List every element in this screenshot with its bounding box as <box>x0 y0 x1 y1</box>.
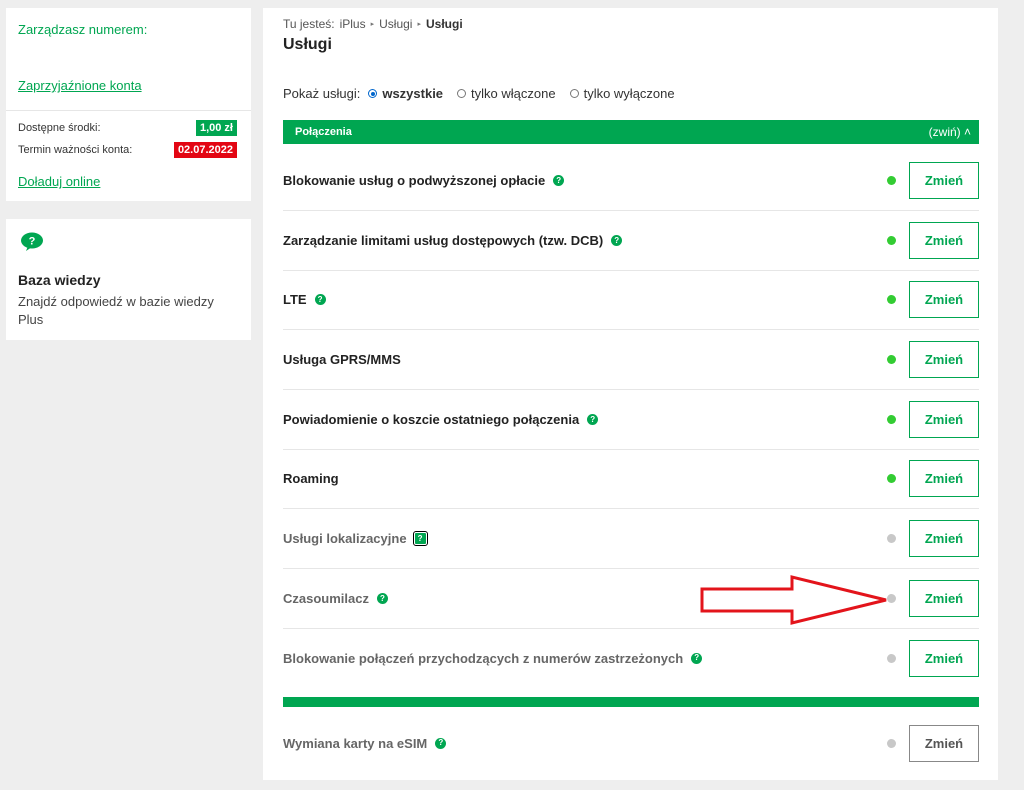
filter-option-enabled[interactable]: tylko włączone <box>457 86 556 101</box>
funds-badge: 1,00 zł <box>195 120 237 136</box>
status-on-icon <box>887 474 896 483</box>
services-panel: Tu jesteś: iPlus ▸ Usługi ▸ Usługi Usług… <box>263 8 998 780</box>
service-name-text: Czasoumilacz <box>283 591 369 606</box>
service-name: Powiadomienie o koszcie ostatniego połąc… <box>283 412 599 427</box>
account-card: Zarządzasz numerem: Zaprzyjaźnione konta… <box>6 8 251 204</box>
radio-icon[interactable] <box>569 89 579 98</box>
breadcrumb: Tu jesteś: iPlus ▸ Usługi ▸ Usługi <box>283 17 463 31</box>
service-row: LTE ? Zmień <box>283 270 979 330</box>
service-name-text: Usługi lokalizacyjne <box>283 531 407 546</box>
breadcrumb-separator-icon: ▸ <box>370 21 375 28</box>
expiry-row: Termin ważności konta: 02.07.2022 <box>18 142 237 158</box>
expiry-badge: 02.07.2022 <box>173 142 237 158</box>
service-filter: Pokaż usługi: wszystkie tylko włączone t… <box>283 86 681 101</box>
service-name-text: Powiadomienie o koszcie ostatniego połąc… <box>283 412 580 427</box>
service-name: Usługi lokalizacyjne ? <box>283 531 428 546</box>
svg-text:?: ? <box>29 236 36 248</box>
funds-row: Dostępne środki: 1,00 zł <box>18 120 237 136</box>
status-on-icon <box>887 415 896 424</box>
service-name-text: Wymiana karty na eSIM <box>283 735 428 751</box>
service-name: Wymiana karty na eSIM ? <box>283 735 447 751</box>
breadcrumb-prefix: Tu jesteś: <box>283 17 335 31</box>
breadcrumb-current: Usługi <box>425 17 463 31</box>
help-icon[interactable]: ? <box>691 652 703 664</box>
manage-number-label: Zarządzasz numerem: <box>18 22 148 37</box>
help-icon[interactable]: ? <box>376 593 388 604</box>
change-button[interactable]: Zmień <box>909 580 979 617</box>
breadcrumb-item-uslugi[interactable]: Usługi <box>379 17 412 31</box>
help-icon[interactable]: ? <box>611 235 623 246</box>
funds-label: Dostępne środki: <box>18 122 101 134</box>
filter-option-disabled[interactable]: tylko wyłączone <box>569 86 675 101</box>
friend-accounts-link[interactable]: Zaprzyjaźnione konta <box>18 78 142 93</box>
help-icon[interactable]: ? <box>587 414 599 425</box>
help-icon[interactable]: ? <box>314 294 326 305</box>
status-on-icon <box>887 236 896 245</box>
service-row: Zarządzanie limitami usług dostępowych (… <box>283 211 979 271</box>
change-button[interactable]: Zmień <box>909 222 979 259</box>
page-title: Usługi <box>283 36 332 53</box>
breadcrumb-item-iplus[interactable]: iPlus <box>340 17 366 31</box>
service-row: Usługi lokalizacyjne ? Zmień <box>283 509 979 569</box>
service-name: Blokowanie usług o podwyższonej opłacie … <box>283 173 565 188</box>
filter-option-all[interactable]: wszystkie <box>368 86 443 101</box>
question-bubble-icon: ? <box>20 232 44 252</box>
change-button[interactable]: Zmień <box>909 162 979 199</box>
filter-option-label: tylko włączone <box>471 86 556 101</box>
status-on-icon <box>887 176 896 185</box>
knowledge-base-card[interactable]: ? Baza wiedzy Znajdź odpowiedź w bazie w… <box>6 219 251 340</box>
service-row: Roaming Zmień <box>283 449 979 509</box>
service-name-text: Blokowanie usług o podwyższonej opłacie <box>283 173 546 188</box>
service-name: Roaming <box>283 471 339 486</box>
service-row: Powiadomienie o koszcie ostatniego połąc… <box>283 390 979 450</box>
filter-option-label: tylko wyłączone <box>583 86 675 101</box>
service-name-text: Blokowanie połączeń przychodzących z num… <box>283 650 684 666</box>
change-button[interactable]: Zmień <box>909 460 979 497</box>
radio-checked-icon[interactable] <box>368 89 378 98</box>
expiry-label: Termin ważności konta: <box>18 144 133 156</box>
change-button[interactable]: Zmień <box>909 401 979 438</box>
filter-label: Pokaż usługi: <box>283 86 361 101</box>
change-button[interactable]: Zmień <box>909 341 979 378</box>
service-name-text: Zarządzanie limitami usług dostępowych (… <box>283 233 604 248</box>
section-header-second <box>283 697 979 707</box>
service-name: Blokowanie połączeń przychodzących z num… <box>283 650 703 666</box>
change-button[interactable]: Zmień <box>909 724 979 762</box>
section-header-polaczenia: Połączenia (zwiń) ˄ <box>283 120 979 144</box>
divider <box>6 110 251 111</box>
service-name: LTE ? <box>283 292 326 307</box>
topup-online-link[interactable]: Doładuj online <box>18 174 100 189</box>
change-button[interactable]: Zmień <box>909 639 979 677</box>
knowledge-base-title: Baza wiedzy <box>18 272 101 288</box>
change-button[interactable]: Zmień <box>909 520 979 557</box>
knowledge-base-description: Znajdź odpowiedź w bazie wiedzy Plus <box>18 294 214 327</box>
status-off-icon <box>887 738 896 748</box>
service-name: Czasoumilacz ? <box>283 591 388 606</box>
service-row: Blokowanie połączeń przychodzących z num… <box>283 628 979 688</box>
section-collapse-toggle[interactable]: (zwiń) ˄ <box>929 125 971 139</box>
service-name-text: LTE <box>283 292 307 307</box>
help-icon[interactable]: ? <box>435 737 447 749</box>
service-row: Wymiana karty na eSIM ? Zmień <box>283 713 979 773</box>
help-icon[interactable]: ? <box>553 175 565 186</box>
red-arrow-annotation-icon <box>700 575 887 625</box>
status-on-icon <box>887 295 896 304</box>
service-row: Blokowanie usług o podwyższonej opłacie … <box>283 151 979 211</box>
service-name: Zarządzanie limitami usług dostępowych (… <box>283 233 623 248</box>
breadcrumb-separator-icon: ▸ <box>417 21 421 28</box>
service-name-text: Roaming <box>283 471 339 486</box>
status-off-icon <box>887 534 896 543</box>
radio-icon[interactable] <box>457 89 467 98</box>
service-name-text: Usługa GPRS/MMS <box>283 352 401 367</box>
change-button[interactable]: Zmień <box>909 281 979 318</box>
help-icon[interactable]: ? <box>412 531 428 546</box>
status-off-icon <box>887 653 896 663</box>
status-on-icon <box>887 355 896 364</box>
service-row: Usługa GPRS/MMS Zmień <box>283 330 979 390</box>
section-title: Połączenia <box>295 126 352 138</box>
filter-option-label: wszystkie <box>382 86 444 101</box>
service-name: Usługa GPRS/MMS <box>283 352 401 367</box>
